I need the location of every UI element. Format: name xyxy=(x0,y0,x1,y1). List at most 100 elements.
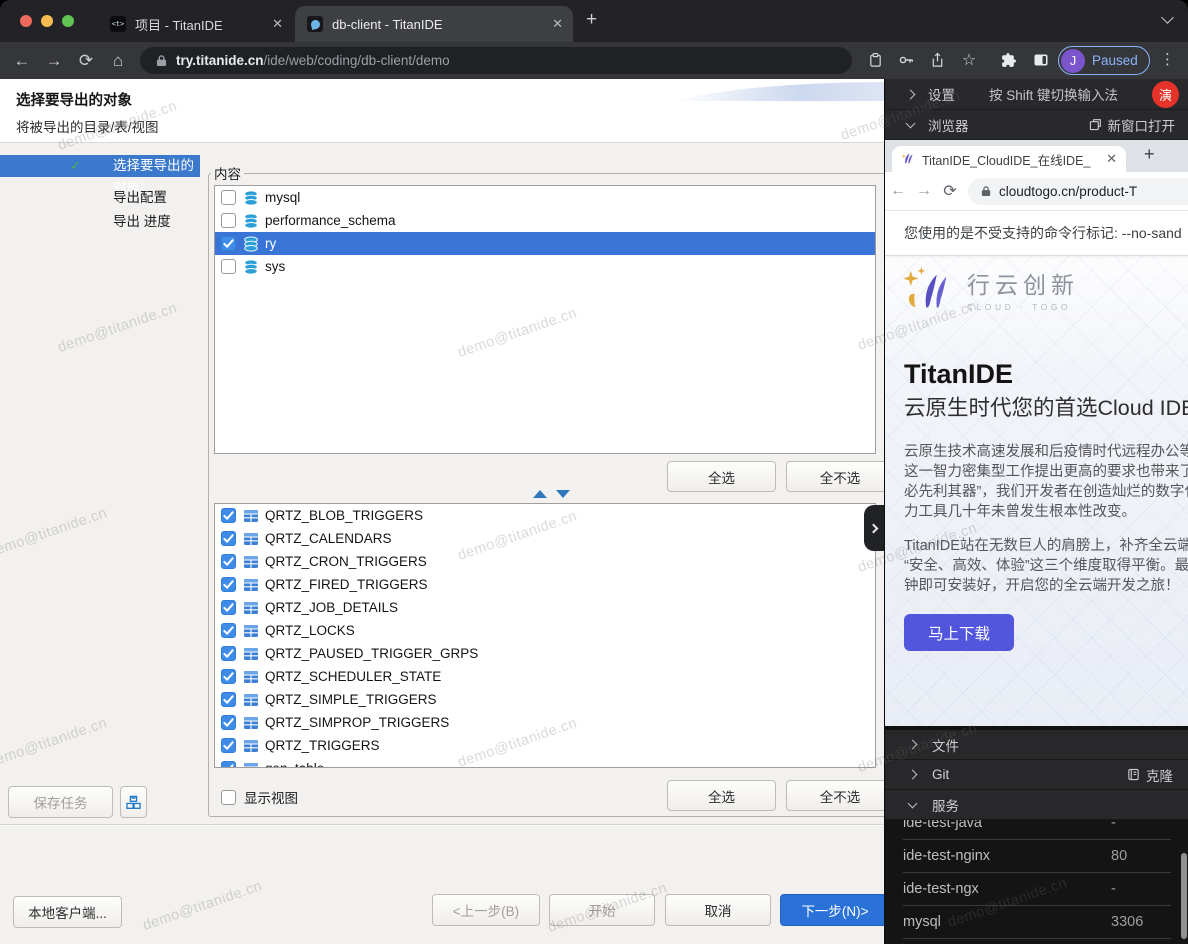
browser-section-header[interactable]: 浏览器 新窗口打开 xyxy=(885,110,1188,140)
download-now-button[interactable]: 马上下载 xyxy=(904,614,1014,651)
select-none-button-bottom[interactable]: 全不选 xyxy=(786,780,884,811)
database-row[interactable]: performance_schema xyxy=(215,209,875,232)
service-row[interactable]: ide-test-ngx- xyxy=(903,873,1171,906)
row-checkbox[interactable] xyxy=(221,236,236,251)
window-minimize-button[interactable] xyxy=(41,15,53,27)
tab-search-chevron-icon[interactable] xyxy=(1161,11,1174,24)
table-row[interactable]: QRTZ_BLOB_TRIGGERS xyxy=(215,504,875,527)
service-row[interactable]: ide-test-java- xyxy=(903,820,1171,840)
clipboard-icon[interactable] xyxy=(863,48,887,72)
service-row[interactable]: ide-test-nginx80 xyxy=(903,840,1171,873)
services-section-header[interactable]: 服务 xyxy=(885,790,1188,820)
row-checkbox[interactable] xyxy=(221,669,236,684)
splitter-handle[interactable] xyxy=(533,490,570,498)
row-checkbox[interactable] xyxy=(221,646,236,661)
row-checkbox[interactable] xyxy=(221,761,236,768)
show-views-checkbox[interactable] xyxy=(221,790,236,805)
row-checkbox[interactable] xyxy=(221,692,236,707)
row-checkbox[interactable] xyxy=(221,508,236,523)
forward-button[interactable]: → xyxy=(911,182,937,200)
back-button[interactable]: ← xyxy=(885,182,911,200)
settings-section-header[interactable]: 设置 按 Shift 键切换输入法 演 xyxy=(885,79,1188,110)
row-checkbox[interactable] xyxy=(221,600,236,615)
service-row[interactable]: mysql3306 xyxy=(903,906,1171,939)
forward-button[interactable]: → xyxy=(42,49,66,73)
table-row[interactable]: QRTZ_JOB_DETAILS xyxy=(215,596,875,619)
profile-button[interactable]: J Paused xyxy=(1058,46,1150,75)
back-button[interactable]: ← xyxy=(10,49,34,73)
table-row[interactable]: QRTZ_CALENDARS xyxy=(215,527,875,550)
extensions-puzzle-icon[interactable] xyxy=(996,48,1020,72)
save-task-icon-button[interactable] xyxy=(120,786,147,818)
home-button[interactable]: ⌂ xyxy=(106,49,130,73)
ime-hint: 按 Shift 键切换输入法 xyxy=(989,84,1118,104)
side-panel-icon[interactable] xyxy=(1029,48,1053,72)
browser-menu-icon[interactable]: ⋮ xyxy=(1160,50,1174,68)
files-section-header[interactable]: 文件 xyxy=(885,730,1188,760)
new-tab-button[interactable]: + xyxy=(586,9,597,31)
database-row[interactable]: ry xyxy=(215,232,875,255)
password-key-icon[interactable] xyxy=(894,48,918,72)
table-row[interactable]: QRTZ_FIRED_TRIGGERS xyxy=(215,573,875,596)
table-row[interactable]: QRTZ_PAUSED_TRIGGER_GRPS xyxy=(215,642,875,665)
row-checkbox[interactable] xyxy=(221,577,236,592)
table-list[interactable]: QRTZ_BLOB_TRIGGERSQRTZ_CALENDARSQRTZ_CRO… xyxy=(214,503,876,768)
row-checkbox[interactable] xyxy=(221,531,236,546)
tab-close-icon[interactable]: ✕ xyxy=(1106,151,1117,167)
previous-step-button[interactable]: <上一步(B) xyxy=(432,894,540,926)
window-zoom-button[interactable] xyxy=(62,15,74,27)
tab-close-icon[interactable]: ✕ xyxy=(552,16,563,32)
select-all-button-top[interactable]: 全选 xyxy=(667,461,776,492)
browser-tab-db-client[interactable]: db-client - TitanIDE ✕ xyxy=(295,6,573,42)
embedded-address-bar[interactable]: cloudtogo.cn/product-T xyxy=(968,178,1188,205)
git-clone-button[interactable]: 克隆 xyxy=(1127,765,1173,785)
open-new-window-button[interactable]: 新窗口打开 xyxy=(1089,115,1176,135)
bookmark-star-icon[interactable]: ☆ xyxy=(957,48,981,72)
git-section-header[interactable]: Git 克隆 xyxy=(885,760,1188,790)
table-row[interactable]: QRTZ_SCHEDULER_STATE xyxy=(215,665,875,688)
table-row[interactable]: QRTZ_LOCKS xyxy=(215,619,875,642)
table-row[interactable]: QRTZ_TRIGGERS xyxy=(215,734,875,757)
wizard-step-1[interactable]: ✓选择要导出的对象 xyxy=(0,155,200,177)
row-checkbox[interactable] xyxy=(221,623,236,638)
browser-tab-project[interactable]: <t> 项目 - TitanIDE ✕ xyxy=(98,6,293,42)
row-checkbox[interactable] xyxy=(221,554,236,569)
local-client-button[interactable]: 本地客户端... xyxy=(13,896,122,928)
next-step-button[interactable]: 下一步(N)> xyxy=(780,894,884,926)
row-checkbox[interactable] xyxy=(221,213,236,228)
table-row[interactable]: QRTZ_SIMPROP_TRIGGERS xyxy=(215,711,875,734)
window-close-button[interactable] xyxy=(20,15,32,27)
table-row[interactable]: QRTZ_SIMPLE_TRIGGERS xyxy=(215,688,875,711)
address-bar[interactable]: try.titanide.cn/ide/web/coding/db-client… xyxy=(140,47,852,74)
start-button[interactable]: 开始 xyxy=(549,894,655,926)
demo-badge: 演 xyxy=(1152,81,1179,108)
table-row[interactable]: gen_table xyxy=(215,757,875,768)
table-row[interactable]: QRTZ_CRON_TRIGGERS xyxy=(215,550,875,573)
row-checkbox[interactable] xyxy=(221,715,236,730)
row-checkbox[interactable] xyxy=(221,738,236,753)
service-port: - xyxy=(1111,881,1116,897)
tab-close-icon[interactable]: ✕ xyxy=(272,16,283,32)
select-all-button-bottom[interactable]: 全选 xyxy=(667,780,776,811)
database-icon xyxy=(243,259,259,275)
header-decoration xyxy=(674,81,884,103)
share-icon[interactable] xyxy=(925,48,949,72)
chevron-down-icon xyxy=(906,118,916,128)
scrollbar-thumb[interactable] xyxy=(1181,853,1187,939)
save-task-button[interactable]: 保存任务 xyxy=(8,786,113,818)
panel-expander-handle[interactable] xyxy=(864,505,884,551)
wizard-step-2[interactable]: 导出配置 xyxy=(0,187,200,209)
reload-button[interactable]: ⟳ xyxy=(74,49,98,73)
reload-button[interactable]: ⟳ xyxy=(937,181,963,201)
row-checkbox[interactable] xyxy=(221,259,236,274)
database-name: performance_schema xyxy=(265,213,396,228)
wizard-step-3[interactable]: 导出 进度 xyxy=(0,211,200,233)
database-list[interactable]: mysql performance_schemarysys xyxy=(214,185,876,454)
database-row[interactable]: mysql xyxy=(215,186,875,209)
select-none-button-top[interactable]: 全不选 xyxy=(786,461,884,492)
row-checkbox[interactable] xyxy=(221,190,236,205)
embedded-tab[interactable]: TitanIDE_CloudIDE_在线IDE_ ✕ xyxy=(892,146,1126,172)
cancel-button[interactable]: 取消 xyxy=(665,894,771,926)
database-row[interactable]: sys xyxy=(215,255,875,278)
embedded-new-tab-button[interactable]: + xyxy=(1144,144,1155,165)
